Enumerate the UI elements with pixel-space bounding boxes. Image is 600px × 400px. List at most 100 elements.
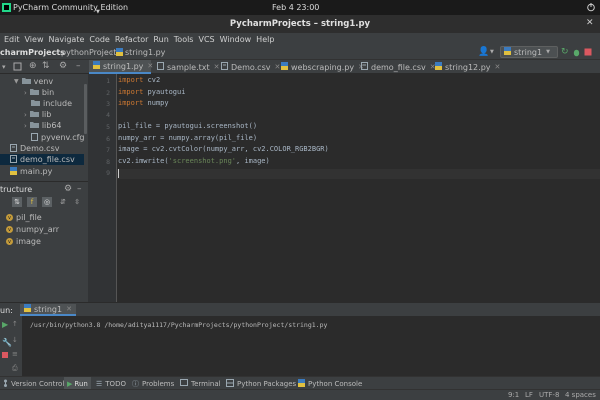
run-tab-string1[interactable]: string1 ✕ — [20, 304, 76, 316]
tab-label: Python Console — [308, 379, 363, 388]
tab-string12-py[interactable]: string12.py ✕ — [431, 60, 500, 74]
run-output-line: /usr/bin/python3.8 /home/aditya1117/Pych… — [30, 321, 328, 329]
structure-body: v pil_file v numpy_arr v image — [0, 209, 88, 302]
caret-position[interactable]: 9:1 — [508, 391, 519, 399]
collapse-icon[interactable]: ⇳ — [72, 197, 82, 207]
run-tab-label: string1 — [34, 304, 63, 314]
menu-vcs[interactable]: VCS — [198, 35, 214, 44]
stop-icon[interactable] — [2, 352, 8, 358]
tree-item-demo-file-csv[interactable]: demo_file.csv — [0, 154, 84, 165]
tab-string1-py[interactable]: string1.py ✕ — [89, 60, 153, 74]
file-encoding[interactable]: UTF-8 — [539, 391, 559, 399]
code-text: numpy_arr = numpy.array(pil_file) — [118, 134, 258, 142]
menu-refactor[interactable]: Refactor — [115, 35, 149, 44]
code-string: 'screenshot.png' — [168, 157, 237, 165]
window-title: PycharmProjects – string1.py — [229, 19, 371, 29]
chevron-right-icon: › — [24, 88, 27, 97]
user-icon[interactable]: 👤 — [478, 47, 489, 57]
tab-label: string1.py — [103, 61, 144, 71]
close-icon[interactable]: ✕ — [66, 305, 72, 313]
tree-item-bin[interactable]: › bin — [24, 87, 54, 98]
tab-demo-csv[interactable]: Demo.csv ✕ — [217, 60, 280, 74]
structure-item[interactable]: v numpy_arr — [6, 224, 59, 235]
gear-icon[interactable]: ⚙ — [59, 61, 67, 71]
folder-icon — [29, 121, 39, 130]
rerun-icon[interactable]: ▶ — [2, 320, 8, 329]
close-window-icon[interactable]: ✕ — [586, 18, 594, 28]
breadcrumb-file[interactable]: string1.py — [125, 48, 165, 57]
close-icon[interactable]: ✕ — [495, 63, 501, 71]
tree-scope-icon[interactable] — [13, 62, 22, 73]
tree-item-lib[interactable]: › lib — [24, 109, 51, 120]
wrench-icon[interactable]: 🔧 — [2, 338, 12, 347]
app-label[interactable]: PyCharm Community Edition — [13, 3, 128, 12]
current-line-highlight — [117, 169, 600, 179]
csv-file-icon — [221, 62, 228, 72]
run-output[interactable]: /usr/bin/python3.8 /home/aditya1117/Pych… — [22, 316, 600, 376]
locate-icon[interactable]: ⊕ — [29, 61, 37, 71]
menu-view[interactable]: View — [25, 35, 44, 44]
rerun-icon[interactable]: ↻ — [561, 47, 569, 57]
soft-wrap-icon[interactable]: ≡ — [12, 350, 18, 358]
clock[interactable]: Feb 4 23:00 — [272, 3, 319, 12]
indent-setting[interactable]: 4 spaces — [565, 391, 596, 399]
tree-item-pyvenv-cfg[interactable]: pyvenv.cfg — [31, 132, 85, 143]
chevron-down-icon[interactable]: ▼ — [490, 49, 494, 55]
navigation-bar: charmProjects › pythonProject › string1.… — [0, 45, 600, 60]
window-titlebar[interactable]: PycharmProjects – string1.py ✕ — [0, 15, 600, 33]
stop-icon[interactable] — [584, 48, 592, 58]
version-control-icon — [2, 379, 9, 389]
menu-run[interactable]: Run — [153, 35, 168, 44]
chevron-right-icon: › — [24, 121, 27, 130]
gear-icon[interactable]: ⚙ — [64, 184, 72, 194]
line-number: 5 — [106, 123, 110, 131]
code-editor[interactable] — [88, 74, 600, 302]
tree-item-label: lib64 — [41, 121, 62, 130]
show-fields-icon[interactable]: f — [27, 197, 37, 207]
line-number: 3 — [106, 100, 110, 108]
tab-sample-txt[interactable]: sample.txt ✕ — [153, 60, 220, 74]
folder-icon — [29, 88, 39, 97]
tree-scrollbar[interactable] — [84, 84, 87, 134]
python-file-icon — [281, 62, 288, 72]
python-file-icon — [24, 304, 31, 314]
menu-help[interactable]: Help — [256, 35, 274, 44]
tree-item-main-py[interactable]: main.py — [10, 166, 52, 177]
power-icon[interactable] — [586, 2, 596, 14]
code-line: numpy_arr = numpy.array(pil_file) — [118, 134, 257, 142]
code-keyword: import — [118, 99, 144, 107]
text-caret — [118, 169, 119, 178]
print-icon[interactable]: ⎙ — [12, 364, 18, 373]
minimize-panel-icon[interactable]: – — [76, 61, 81, 71]
line-separator[interactable]: LF — [525, 391, 533, 399]
structure-item[interactable]: v pil_file — [6, 212, 42, 223]
inherited-icon[interactable]: ◎ — [42, 197, 52, 207]
sort-icon[interactable]: ⇅ — [12, 197, 22, 207]
minimize-panel-icon[interactable]: – — [77, 184, 82, 194]
tab-webscraping-py[interactable]: webscraping.py ✕ — [277, 60, 364, 74]
arrow-down-icon[interactable]: ↓ — [12, 336, 18, 344]
chevron-down-icon[interactable]: ▾ — [2, 63, 6, 71]
menu-navigate[interactable]: Navigate — [48, 35, 84, 44]
debug-icon[interactable] — [572, 48, 581, 59]
tree-item-lib64[interactable]: › lib64 — [24, 120, 62, 131]
tree-item-include[interactable]: include — [31, 98, 72, 109]
menu-code[interactable]: Code — [89, 35, 109, 44]
collapse-icon[interactable]: ⇅ — [42, 61, 50, 71]
breadcrumb-project[interactable]: pythonProject — [61, 48, 116, 57]
expand-icon[interactable]: ⇵ — [58, 197, 68, 207]
structure-item[interactable]: v image — [6, 236, 41, 247]
tree-item-venv[interactable]: ▼ venv — [14, 76, 53, 87]
chevron-right-icon: › — [24, 110, 27, 119]
run-config-selector[interactable]: string1 ▼ — [500, 46, 558, 58]
tab-demo-file-csv[interactable]: demo_file.csv ✕ — [357, 60, 436, 74]
arrow-up-icon[interactable]: ↑ — [12, 320, 18, 328]
menu-window[interactable]: Window — [220, 35, 252, 44]
menu-edit[interactable]: Edit — [4, 35, 20, 44]
tree-item-demo-csv[interactable]: Demo.csv — [10, 143, 59, 154]
todo-icon: ☰ — [96, 379, 103, 388]
folder-icon — [29, 110, 39, 119]
structure-title: tructure — [0, 185, 33, 194]
tree-item-label: include — [43, 99, 72, 108]
menu-tools[interactable]: Tools — [174, 35, 194, 44]
